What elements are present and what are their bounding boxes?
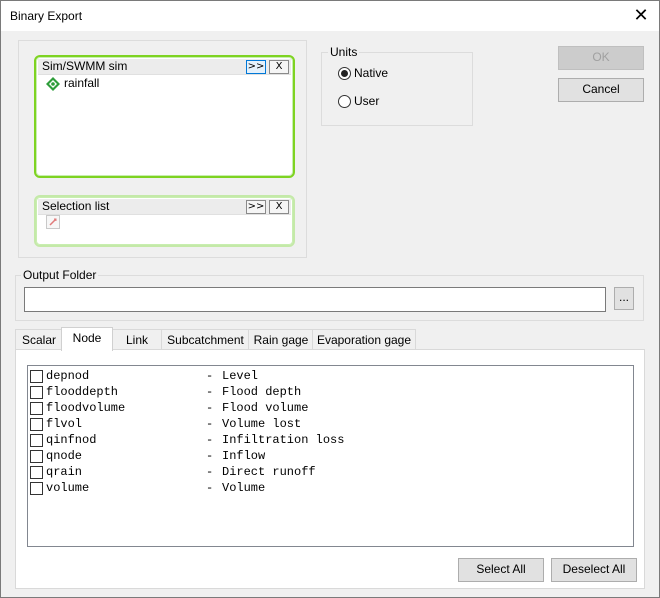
selection-panel-title: Selection list (42, 199, 110, 213)
field-checkbox[interactable] (30, 434, 43, 447)
tab-subcatchment[interactable]: Subcatchment (161, 329, 250, 350)
units-group (321, 52, 473, 126)
sim-item-label: rainfall (64, 76, 100, 90)
user-radio[interactable] (338, 95, 351, 108)
field-checkbox[interactable] (30, 402, 43, 415)
list-item[interactable]: floodvolume - Flood volume (30, 400, 308, 416)
deselect-all-button[interactable]: Deselect All (551, 558, 637, 582)
native-radio[interactable] (338, 67, 351, 80)
remove-selection-button[interactable]: X (269, 200, 289, 214)
cancel-button[interactable]: Cancel (558, 78, 644, 102)
native-radio-label[interactable]: Native (354, 66, 388, 80)
list-item[interactable]: qinfnod - Infiltration loss (30, 432, 344, 448)
field-checkbox[interactable] (30, 466, 43, 479)
output-folder-title: Output Folder (21, 268, 99, 282)
tab-rain-gage[interactable]: Rain gage (248, 329, 314, 350)
tab-evaporation-gage[interactable]: Evaporation gage (312, 329, 416, 350)
field-checkbox[interactable] (30, 418, 43, 431)
remove-sim-button[interactable]: X (269, 60, 289, 74)
title-bar: Binary Export ✕ (1, 1, 659, 31)
user-radio-label[interactable]: User (354, 94, 379, 108)
units-title: Units (328, 45, 360, 59)
tab-scalar[interactable]: Scalar (15, 329, 63, 350)
list-item[interactable]: qrain - Direct runoff (30, 464, 316, 480)
output-folder-input[interactable] (24, 287, 606, 312)
binary-export-dialog: Binary Export ✕ Sim/SWMM sim >> X rainfa… (0, 0, 660, 598)
ok-button[interactable]: OK (558, 46, 644, 70)
sim-panel-header: Sim/SWMM sim >> X (38, 59, 291, 75)
list-item[interactable]: qnode - Inflow (30, 448, 265, 464)
field-checkbox[interactable] (30, 482, 43, 495)
selection-panel-header: Selection list >> X (38, 199, 291, 215)
list-item[interactable]: flvol - Volume lost (30, 416, 301, 432)
select-all-button[interactable]: Select All (458, 558, 544, 582)
sim-panel-title: Sim/SWMM sim (42, 59, 128, 73)
list-item[interactable]: flooddepth - Flood depth (30, 384, 301, 400)
list-item[interactable]: depnod - Level (30, 368, 258, 384)
browse-button[interactable]: ... (614, 287, 634, 310)
selection-list-icon (46, 215, 60, 229)
window-title: Binary Export (10, 9, 83, 23)
list-item[interactable]: volume - Volume (30, 480, 265, 496)
add-sim-button[interactable]: >> (246, 60, 266, 74)
sim-panel: Sim/SWMM sim >> X rainfall (34, 55, 295, 178)
sim-list-item[interactable]: rainfall (46, 76, 166, 92)
field-checkbox[interactable] (30, 450, 43, 463)
add-selection-button[interactable]: >> (246, 200, 266, 214)
swmm-sim-icon (46, 77, 60, 91)
tab-link[interactable]: Link (111, 329, 163, 350)
tab-node[interactable]: Node (61, 327, 113, 351)
node-field-list: depnod - Level flooddepth - Flood depth … (27, 365, 634, 547)
node-tab-panel: depnod - Level flooddepth - Flood depth … (15, 349, 645, 589)
selection-panel: Selection list >> X (34, 195, 295, 247)
field-checkbox[interactable] (30, 370, 43, 383)
close-icon[interactable]: ✕ (631, 5, 651, 25)
field-checkbox[interactable] (30, 386, 43, 399)
